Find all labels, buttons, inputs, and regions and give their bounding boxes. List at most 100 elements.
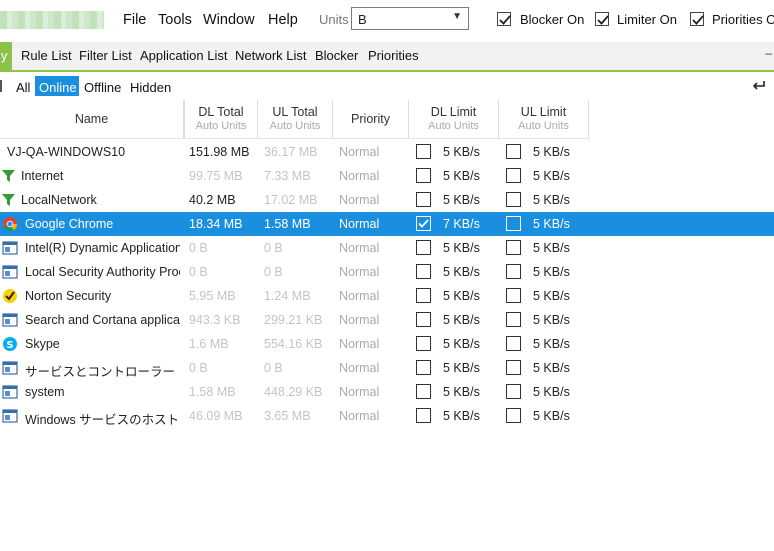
filter-offline[interactable]: Offline [84,80,121,95]
filter-all[interactable]: All [16,80,30,95]
table-row[interactable]: Local Security Authority Proc 0 B 0 B Norma… [0,260,774,284]
table-row[interactable]: Search and Cortana applicati 943.3 KB 299.… [0,308,774,332]
row-priority[interactable]: Normal [339,313,379,327]
ul-limit-checkbox[interactable] [506,288,521,303]
menu-tools[interactable]: Tools [158,12,192,28]
row-ul-limit[interactable]: 5 KB/s [533,313,570,327]
splitter-handle[interactable] [0,80,2,92]
dl-limit-checkbox[interactable] [416,240,431,255]
row-dl-limit[interactable]: 5 KB/s [443,361,480,375]
row-ul-limit[interactable]: 5 KB/s [533,337,570,351]
dl-limit-checkbox[interactable] [416,360,431,375]
col-header-dl-total[interactable]: DL Total Auto Units [184,100,258,138]
row-ul-limit[interactable]: 5 KB/s [533,385,570,399]
ul-limit-checkbox[interactable] [506,336,521,351]
row-dl-limit[interactable]: 5 KB/s [443,313,480,327]
dl-limit-checkbox[interactable] [416,216,431,231]
dl-limit-checkbox[interactable] [416,168,431,183]
tab-active[interactable]: y [0,42,12,70]
ul-limit-checkbox[interactable] [506,360,521,375]
row-priority[interactable]: Normal [339,241,379,255]
col-header-name[interactable]: Name [0,100,184,138]
tab-rule-list[interactable]: Rule List [21,48,72,63]
ul-limit-checkbox[interactable] [506,264,521,279]
table-row[interactable]: Intel(R) Dynamic Application 0 B 0 B Normal… [0,236,774,260]
menu-help[interactable]: Help [268,12,298,28]
row-dl-limit[interactable]: 5 KB/s [443,409,480,423]
row-priority[interactable]: Normal [339,361,379,375]
row-ul-limit[interactable]: 5 KB/s [533,241,570,255]
table-row[interactable]: Windows サービスのホスト プロセ 46.09 MB 3.65 MB Norma… [0,404,774,428]
dl-limit-checkbox[interactable] [416,384,431,399]
col-header-ul-limit[interactable]: UL Limit Auto Units [499,100,589,138]
table-row[interactable]: Internet 99.75 MB 7.33 MB Normal 5 KB/s 5 KB/… [0,164,774,188]
row-priority[interactable]: Normal [339,409,379,423]
menu-window[interactable]: Window [203,12,255,28]
ul-limit-checkbox[interactable] [506,168,521,183]
table-row[interactable]: サービスとコントローラー アプリケーシ 0 B 0 B Normal 5 KB/s 5 K… [0,356,774,380]
filter-hidden[interactable]: Hidden [130,80,171,95]
table-row[interactable]: LocalNetwork 40.2 MB 17.02 MB Normal 5 KB/s 5… [0,188,774,212]
row-dl-limit[interactable]: 5 KB/s [443,289,480,303]
ul-limit-checkbox[interactable] [506,312,521,327]
ul-limit-checkbox[interactable] [506,216,521,231]
row-ul-limit[interactable]: 5 KB/s [533,361,570,375]
priorities-checkbox[interactable] [690,12,704,26]
row-ul-limit[interactable]: 5 KB/s [533,145,570,159]
filter-online[interactable]: Online [35,76,79,96]
row-dl-limit[interactable]: 5 KB/s [443,337,480,351]
row-ul-limit[interactable]: 5 KB/s [533,265,570,279]
dl-limit-checkbox[interactable] [416,312,431,327]
table-row[interactable]: system 1.58 MB 448.29 KB Normal 5 KB/s 5 KB/s [0,380,774,404]
return-arrow-icon[interactable] [752,78,766,94]
dl-limit-checkbox[interactable] [416,288,431,303]
row-ul-limit[interactable]: 5 KB/s [533,289,570,303]
limiter-checkbox[interactable] [595,12,609,26]
row-priority[interactable]: Normal [339,193,379,207]
table-row[interactable]: Google Chrome 18.34 MB 1.58 MB Normal 7 KB/s… [0,212,774,236]
dl-limit-checkbox[interactable] [416,408,431,423]
row-priority[interactable]: Normal [339,337,379,351]
row-ul-limit[interactable]: 5 KB/s [533,409,570,423]
ul-limit-checkbox[interactable] [506,192,521,207]
tab-application-list[interactable]: Application List [140,48,227,63]
units-dropdown[interactable]: B ▼ [351,7,469,30]
dl-limit-checkbox[interactable] [416,336,431,351]
row-dl-limit[interactable]: 5 KB/s [443,193,480,207]
row-priority[interactable]: Normal [339,385,379,399]
row-dl-limit[interactable]: 5 KB/s [443,385,480,399]
tab-priorities[interactable]: Priorities [368,48,419,63]
col-header-dl-limit[interactable]: DL Limit Auto Units [409,100,499,138]
menu-file[interactable]: File [123,12,146,28]
ul-limit-checkbox[interactable] [506,144,521,159]
tab-blocker[interactable]: Blocker [315,48,358,63]
overflow-icon[interactable]: – [765,46,772,60]
ul-limit-checkbox[interactable] [506,384,521,399]
tab-filter-list[interactable]: Filter List [79,48,132,63]
row-ul-limit[interactable]: 5 KB/s [533,217,570,231]
blocker-checkbox[interactable] [497,12,511,26]
col-header-priority[interactable]: Priority [333,100,409,138]
ul-limit-checkbox[interactable] [506,408,521,423]
row-priority[interactable]: Normal [339,265,379,279]
row-priority[interactable]: Normal [339,217,379,231]
row-ul-limit[interactable]: 5 KB/s [533,169,570,183]
row-dl-limit[interactable]: 5 KB/s [443,265,480,279]
row-priority[interactable]: Normal [339,289,379,303]
row-ul-limit[interactable]: 5 KB/s [533,193,570,207]
row-dl-limit[interactable]: 5 KB/s [443,145,480,159]
dl-limit-checkbox[interactable] [416,144,431,159]
dl-limit-checkbox[interactable] [416,192,431,207]
dl-limit-checkbox[interactable] [416,264,431,279]
row-priority[interactable]: Normal [339,169,379,183]
col-header-ul-total[interactable]: UL Total Auto Units [258,100,333,138]
table-row[interactable]: VJ-QA-WINDOWS10 151.98 MB 36.17 MB Normal 5 … [0,140,774,164]
table-row[interactable]: Norton Security 5.95 MB 1.24 MB Normal 5 KB/… [0,284,774,308]
table-row[interactable]: S Skype 1.6 MB 554.16 KB Normal 5 KB/s 5 KB/s [0,332,774,356]
row-dl-limit[interactable]: 7 KB/s [443,217,480,231]
row-dl-limit[interactable]: 5 KB/s [443,241,480,255]
row-dl-limit[interactable]: 5 KB/s [443,169,480,183]
tab-network-list[interactable]: Network List [235,48,307,63]
row-priority[interactable]: Normal [339,145,379,159]
ul-limit-checkbox[interactable] [506,240,521,255]
